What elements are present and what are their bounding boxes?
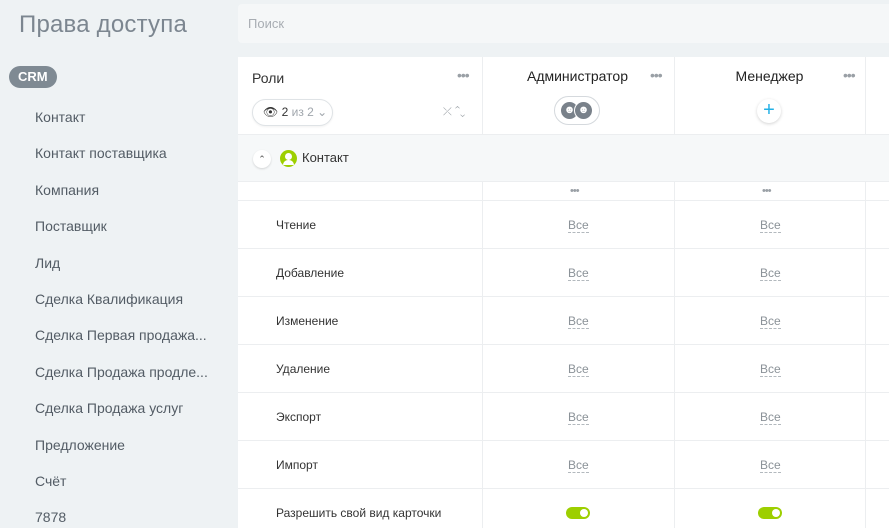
sidebar-item-supplier-contact[interactable]: Контакт поставщика <box>0 135 232 171</box>
table-row: Изменение Все Все <box>238 297 889 345</box>
sidebar-item-contact[interactable]: Контакт <box>0 99 232 135</box>
table-row: Разрешить свой вид карточки <box>238 489 889 528</box>
manager-more-icon[interactable]: ••• <box>843 68 856 82</box>
eye-icon: 👁 <box>263 105 279 119</box>
sidebar: Контакт Контакт поставщика Компания Пост… <box>0 99 232 528</box>
permission-value[interactable]: Все <box>568 218 589 233</box>
chevron-up-icon[interactable]: ⌃ <box>253 150 271 168</box>
permission-value[interactable]: Все <box>568 362 589 377</box>
collapse-icon[interactable]: ⤫ ⌃⌄ <box>443 105 465 119</box>
sidebar-item-supplier[interactable]: Поставщик <box>0 208 232 244</box>
sidebar-item-deal-services[interactable]: Сделка Продажа услуг <box>0 390 232 426</box>
entity-section: ⌃ Контакт <box>238 135 889 182</box>
crm-badge[interactable]: CRM <box>9 66 57 88</box>
filter-total: из 2 <box>291 105 314 119</box>
column-actions-row: ••• ••• <box>238 182 889 201</box>
role-name-admin[interactable]: Администратор <box>482 68 673 84</box>
permission-value[interactable]: Все <box>760 266 781 281</box>
entity-section-title: Контакт <box>302 150 349 165</box>
sidebar-item-7878[interactable]: 7878 <box>0 499 232 528</box>
admin-column-more-icon[interactable]: ••• <box>570 186 580 197</box>
permission-value[interactable]: Все <box>760 410 781 425</box>
sidebar-item-quote[interactable]: Предложение <box>0 427 232 463</box>
search-bar <box>238 4 889 43</box>
permission-label: Разрешить свой вид карточки <box>276 506 442 520</box>
table-header: Роли ••• 👁 2 из 2 ⌄ ⤫ ⌃⌄ Администратор •… <box>238 57 889 135</box>
admin-avatar-group[interactable]: ☻ ☻ <box>554 96 600 125</box>
search-input[interactable] <box>248 4 848 43</box>
chevron-down-icon: ⌄ <box>317 105 328 119</box>
sidebar-item-deal-renewal[interactable]: Сделка Продажа продле... <box>0 354 232 390</box>
page-title: Права доступа <box>19 11 187 38</box>
permission-label: Импорт <box>276 458 318 472</box>
table-row: Экспорт Все Все <box>238 393 889 441</box>
filter-shown-count: 2 <box>281 105 289 119</box>
sidebar-item-deal-qualification[interactable]: Сделка Квалификация <box>0 281 232 317</box>
roles-more-icon[interactable]: ••• <box>457 68 470 82</box>
permission-value[interactable]: Все <box>568 410 589 425</box>
roles-filter[interactable]: 👁 2 из 2 ⌄ <box>252 99 333 126</box>
permission-label: Экспорт <box>276 410 322 424</box>
role-name-manager[interactable]: Менеджер <box>674 68 865 84</box>
contact-icon <box>280 150 297 167</box>
admin-card-view-toggle[interactable] <box>566 507 590 519</box>
manager-card-view-toggle[interactable] <box>758 507 782 519</box>
permission-label: Добавление <box>276 266 344 280</box>
sidebar-item-company[interactable]: Компания <box>0 172 232 208</box>
sidebar-item-deal-first-sale[interactable]: Сделка Первая продажа... <box>0 317 232 353</box>
permission-value[interactable]: Все <box>760 458 781 473</box>
table-row: Удаление Все Все <box>238 345 889 393</box>
add-icon[interactable]: + <box>757 99 781 123</box>
permission-value[interactable]: Все <box>760 314 781 329</box>
permission-value[interactable]: Все <box>760 362 781 377</box>
permission-value[interactable]: Все <box>568 266 589 281</box>
sidebar-item-lead[interactable]: Лид <box>0 245 232 281</box>
permission-value[interactable]: Все <box>568 314 589 329</box>
table-row: Добавление Все Все <box>238 249 889 297</box>
roles-title: Роли <box>252 70 285 86</box>
permission-label: Чтение <box>276 218 317 232</box>
table-row: Импорт Все Все <box>238 441 889 489</box>
table-row: Чтение Все Все <box>238 201 889 249</box>
permissions-table: Роли ••• 👁 2 из 2 ⌄ ⤫ ⌃⌄ Администратор •… <box>238 57 889 528</box>
sidebar-item-invoice[interactable]: Счёт <box>0 463 232 499</box>
admin-more-icon[interactable]: ••• <box>650 68 663 82</box>
permission-value[interactable]: Все <box>568 458 589 473</box>
permission-value[interactable]: Все <box>760 218 781 233</box>
manager-column-more-icon[interactable]: ••• <box>762 186 772 197</box>
permission-label: Изменение <box>276 314 339 328</box>
user-avatar-icon: ☻ <box>574 101 593 120</box>
permission-label: Удаление <box>276 362 331 376</box>
